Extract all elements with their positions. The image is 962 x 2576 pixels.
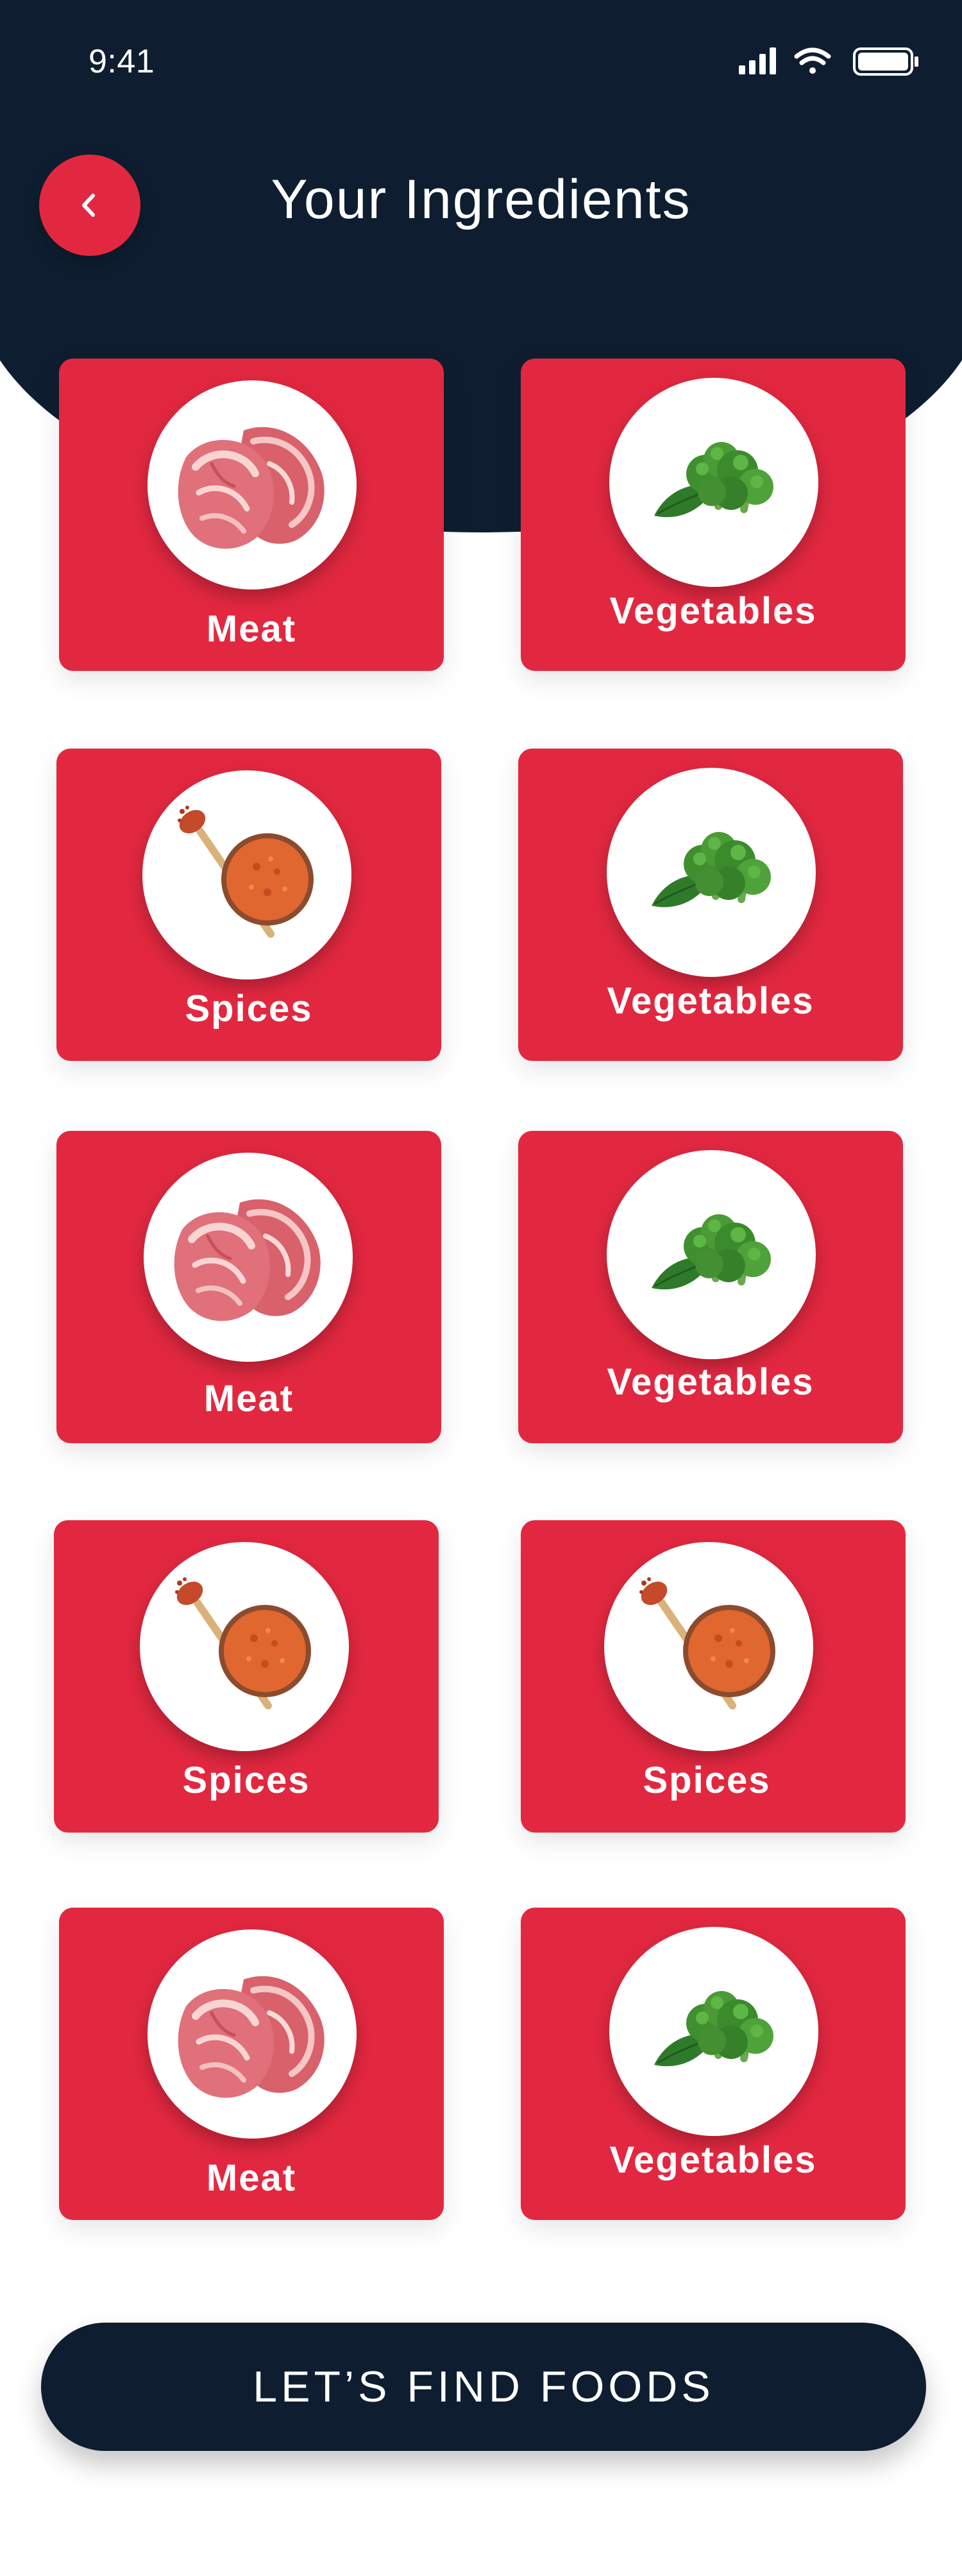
ingredient-card-meat[interactable]: Meat <box>59 1908 444 2220</box>
spice-bowl-icon <box>140 1542 349 1751</box>
ingredient-image-circle <box>607 1150 816 1359</box>
ingredient-image-circle <box>609 1927 818 2136</box>
ingredient-card-spices[interactable]: Spices <box>56 749 441 1061</box>
ingredient-card-vegetables[interactable]: Vegetables <box>518 749 903 1061</box>
find-foods-label: LET’S FIND FOODS <box>253 2362 714 2411</box>
ingredient-image-circle <box>140 1542 349 1751</box>
ingredient-card-spices[interactable]: Spices <box>54 1520 439 1833</box>
ingredient-label: Meat <box>206 608 297 650</box>
ingredient-image-circle <box>148 1929 357 2139</box>
back-button[interactable] <box>39 155 140 256</box>
find-foods-button[interactable]: LET’S FIND FOODS <box>41 2323 926 2451</box>
broccoli-icon <box>609 378 818 587</box>
spice-bowl-icon <box>142 770 351 979</box>
ingredient-card-vegetables[interactable]: Vegetables <box>518 1131 903 1443</box>
status-time: 9:41 <box>89 43 155 80</box>
ingredient-card-meat[interactable]: Meat <box>56 1131 441 1443</box>
chevron-left-icon <box>82 194 95 217</box>
ingredient-label: Vegetables <box>609 590 817 632</box>
broccoli-icon <box>607 768 816 977</box>
ingredient-card-vegetables[interactable]: Vegetables <box>521 359 906 671</box>
wifi-icon <box>794 47 831 74</box>
signal-icon <box>739 47 776 74</box>
ingredient-image-circle <box>144 1153 353 1362</box>
ingredient-image-circle <box>142 770 351 979</box>
ingredient-card-meat[interactable]: Meat <box>59 359 444 671</box>
broccoli-icon <box>607 1150 816 1359</box>
ingredient-label: Meat <box>203 1378 294 1419</box>
ingredient-image-circle <box>609 378 818 587</box>
ingredient-label: Vegetables <box>607 1361 814 1403</box>
status-icons <box>739 47 918 76</box>
battery-icon <box>853 47 918 76</box>
meat-icon <box>148 380 357 589</box>
ingredient-label: Spices <box>185 988 313 1030</box>
meat-icon <box>144 1153 353 1362</box>
ingredient-label: Spices <box>182 1759 310 1801</box>
page-title: Your Ingredients <box>271 169 691 230</box>
ingredient-image-circle <box>604 1542 813 1751</box>
broccoli-icon <box>609 1927 818 2136</box>
ingredient-image-circle <box>148 380 357 589</box>
ingredient-label: Spices <box>643 1759 771 1801</box>
ingredient-label: Vegetables <box>609 2139 817 2181</box>
ingredient-label: Meat <box>206 2157 297 2199</box>
ingredient-card-spices[interactable]: Spices <box>521 1520 906 1833</box>
ingredient-card-vegetables[interactable]: Vegetables <box>521 1908 906 2220</box>
ingredient-image-circle <box>607 768 816 977</box>
ingredient-label: Vegetables <box>607 980 814 1022</box>
spice-bowl-icon <box>604 1542 813 1751</box>
meat-icon <box>148 1929 357 2139</box>
